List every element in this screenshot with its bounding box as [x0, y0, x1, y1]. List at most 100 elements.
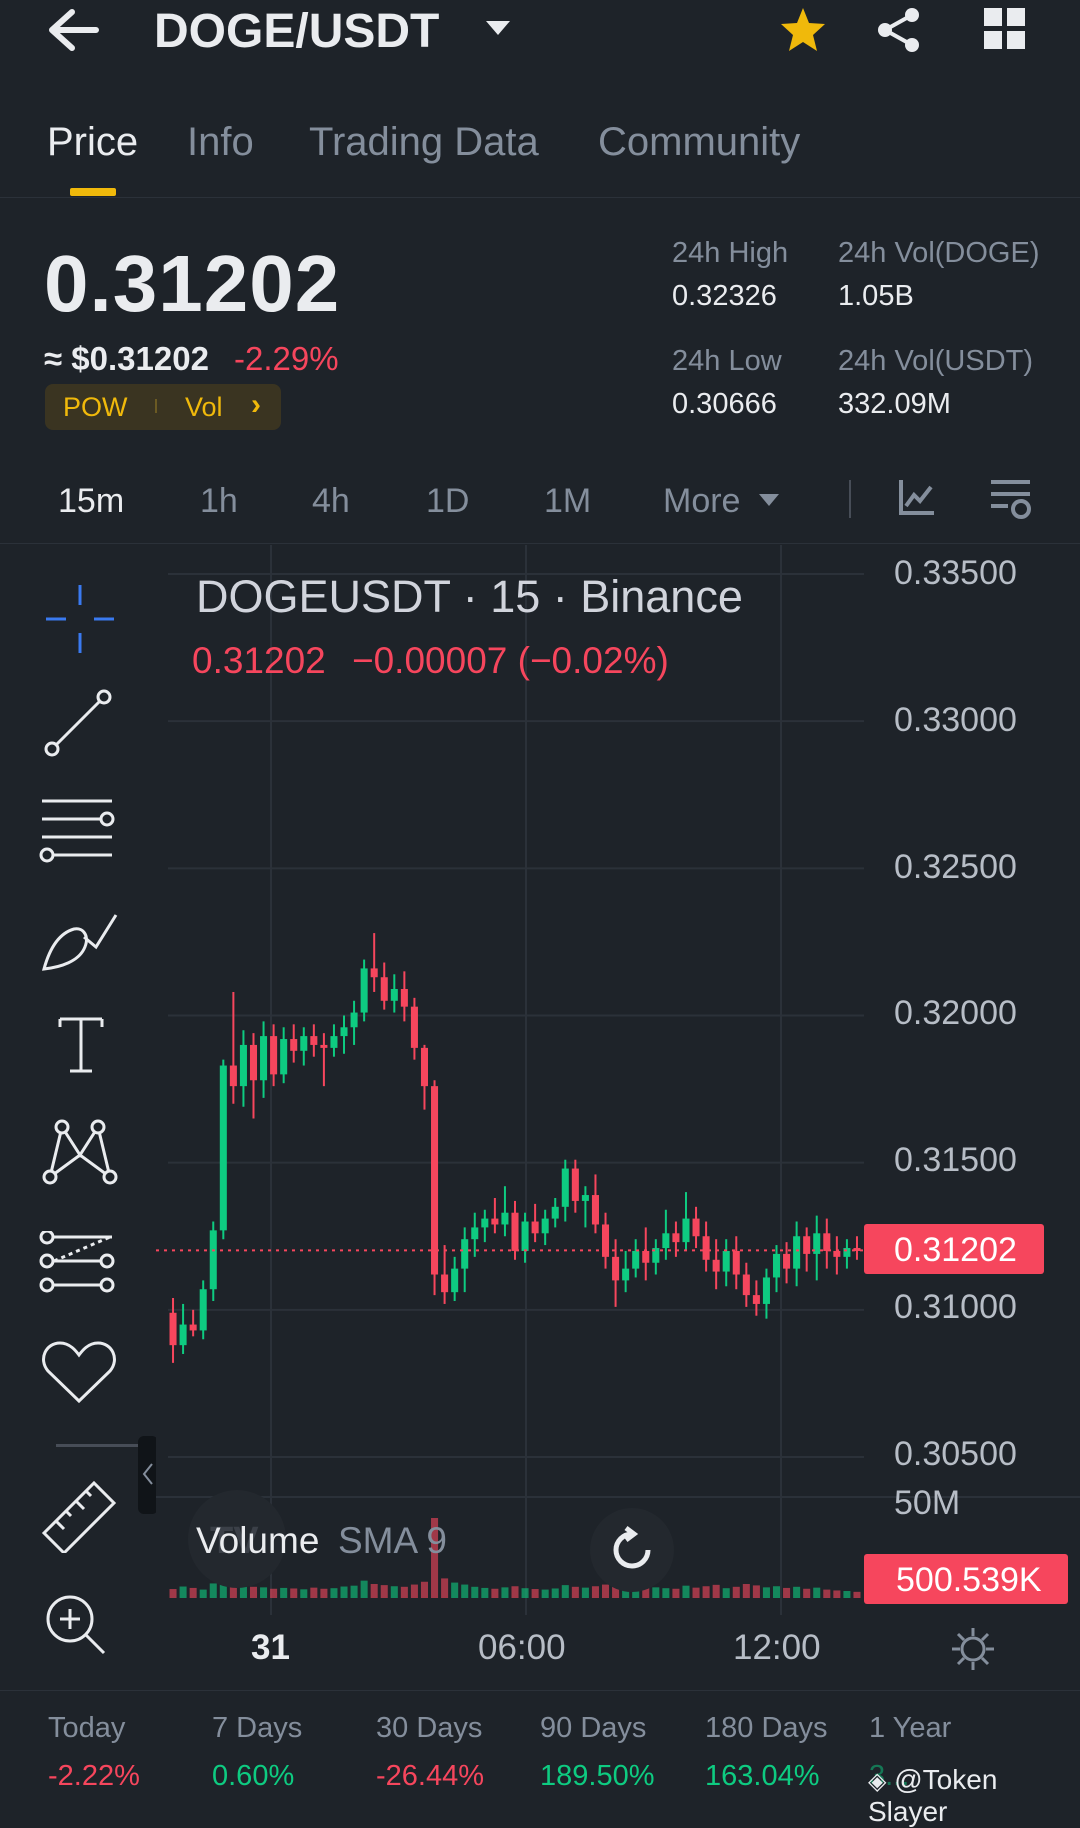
text-icon[interactable] — [56, 1015, 106, 1075]
volume-sma-label: SMA 9 — [338, 1520, 447, 1561]
candle-body — [350, 1012, 358, 1028]
tab-price[interactable]: Price — [47, 120, 138, 165]
volume-bar — [390, 1586, 398, 1598]
fib-retracement-icon[interactable] — [38, 1231, 118, 1295]
candle-body — [420, 1047, 428, 1087]
zoom-in-icon[interactable] — [44, 1593, 108, 1657]
volume-bar — [672, 1588, 680, 1598]
candle-body — [541, 1218, 549, 1234]
candle-body — [209, 1230, 217, 1290]
volume-bar — [441, 1578, 449, 1598]
low-value: 0.30666 — [672, 388, 777, 420]
arrow-left-icon[interactable] — [44, 6, 100, 54]
collapse-toolbar-tab[interactable] — [138, 1436, 158, 1514]
candle-body — [581, 1195, 589, 1201]
volume-bar — [692, 1587, 700, 1598]
perf-value-7d: 0.60% — [212, 1760, 295, 1792]
y-tick-label: 0.33500 — [894, 554, 1017, 592]
candle-body — [833, 1250, 841, 1257]
tab-community[interactable]: Community — [598, 120, 800, 165]
tag-row[interactable]: POW Vol › — [45, 384, 281, 430]
candle-body — [471, 1227, 479, 1240]
y-tick-label: 0.30500 — [894, 1435, 1017, 1473]
interval-1h[interactable]: 1h — [200, 482, 238, 521]
tag-pow[interactable]: POW — [63, 392, 128, 423]
chart-symbol-line: DOGEUSDT · 15 · Binance — [196, 571, 743, 622]
candle-body — [390, 989, 398, 1001]
candle-body — [320, 1044, 328, 1048]
candle-body — [229, 1065, 237, 1087]
candle-body — [189, 1324, 197, 1331]
volume-bar — [521, 1588, 529, 1598]
heart-icon[interactable] — [40, 1339, 118, 1405]
indicator-icon[interactable] — [898, 478, 936, 516]
candle-body — [682, 1218, 690, 1243]
gear-icon[interactable] — [950, 1626, 996, 1672]
pattern-icon[interactable] — [40, 1117, 120, 1187]
volume-bar — [793, 1586, 801, 1598]
x-tick-label: 12:00 — [733, 1628, 821, 1667]
volume-bar — [843, 1591, 851, 1598]
volume-bar — [370, 1584, 378, 1598]
trend-line-icon[interactable] — [42, 687, 114, 759]
candle-body — [591, 1195, 599, 1225]
horizontal-lines-icon[interactable] — [38, 795, 118, 863]
caret-down-icon[interactable] — [484, 18, 512, 38]
y-tick-label: 0.32500 — [894, 848, 1017, 886]
section-tabs: Price Info Trading Data Community — [0, 95, 1080, 198]
volume-bar — [752, 1585, 760, 1598]
candle-body — [662, 1233, 670, 1249]
tag-vol[interactable]: Vol — [185, 392, 223, 423]
tab-trading-data[interactable]: Trading Data — [309, 120, 539, 165]
volume-axis-label: 50M — [894, 1484, 961, 1522]
interval-1m[interactable]: 1M — [544, 482, 591, 521]
volume-bar — [531, 1589, 539, 1598]
volume-bar — [742, 1584, 750, 1598]
candle-body — [762, 1277, 770, 1304]
volume-bar — [722, 1588, 730, 1598]
perf-label-90d: 90 Days — [540, 1712, 647, 1744]
y-tick-label: 0.32000 — [894, 994, 1017, 1032]
volume-bar — [652, 1587, 660, 1598]
candle-body — [692, 1218, 700, 1237]
volume-bar — [833, 1590, 841, 1598]
candle-body — [823, 1233, 831, 1251]
ruler-icon[interactable] — [40, 1479, 118, 1553]
volume-bar — [511, 1586, 519, 1598]
volume-bar — [270, 1588, 278, 1598]
chart-settings-icon[interactable] — [990, 478, 1034, 520]
chevron-left-icon — [141, 1462, 155, 1486]
last-price-badge-text: 0.31202 — [894, 1231, 1017, 1269]
star-icon[interactable] — [778, 6, 828, 54]
interval-4h[interactable]: 4h — [312, 482, 350, 521]
candle-body — [672, 1233, 680, 1243]
volume-bar — [471, 1586, 479, 1598]
volume-bar — [209, 1583, 217, 1598]
chevron-right-icon: › — [251, 388, 261, 421]
interval-15m[interactable]: 15m — [58, 482, 124, 521]
tab-info[interactable]: Info — [187, 120, 254, 165]
candle-body — [169, 1312, 177, 1346]
volume-bar — [602, 1584, 610, 1598]
grid-icon[interactable] — [984, 8, 1026, 50]
reset-chart-button[interactable] — [590, 1508, 674, 1592]
brush-icon[interactable] — [40, 907, 120, 973]
interval-1d[interactable]: 1D — [426, 482, 469, 521]
caret-down-icon[interactable] — [758, 493, 780, 507]
y-tick-label: 0.33000 — [894, 701, 1017, 739]
volume-bar — [320, 1588, 328, 1598]
perf-value-90d: 189.50% — [540, 1760, 655, 1792]
top-bar: DOGE/USDT — [0, 0, 1080, 90]
candle-body — [481, 1218, 489, 1228]
crosshair-icon[interactable] — [44, 583, 116, 655]
share-icon[interactable] — [876, 6, 922, 54]
x-tick-label: 31 — [251, 1628, 290, 1667]
volume-bar — [290, 1588, 298, 1598]
candle-body — [551, 1206, 559, 1219]
pair-title[interactable]: DOGE/USDT — [154, 4, 439, 59]
candle-body — [612, 1256, 620, 1281]
interval-more[interactable]: More — [663, 482, 740, 521]
volume-bar — [541, 1589, 549, 1598]
perf-value-180d: 163.04% — [705, 1760, 820, 1792]
volume-bar — [803, 1588, 811, 1598]
